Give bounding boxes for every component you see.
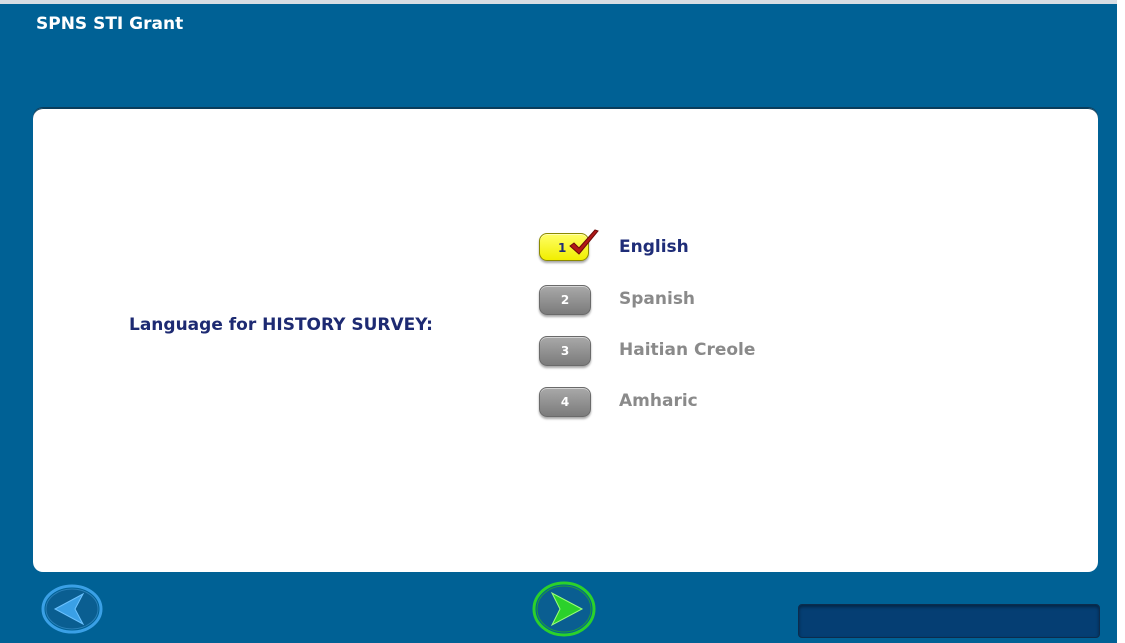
option-amharic[interactable]: 4 Amharic — [539, 387, 839, 419]
option-label[interactable]: Spanish — [619, 289, 695, 309]
question-panel: Language for HISTORY SURVEY: 1 English 2… — [33, 108, 1098, 572]
question-label: Language for HISTORY SURVEY: — [129, 315, 433, 335]
progress-bar — [798, 604, 1100, 638]
top-strip — [0, 0, 1117, 4]
app-window: SPNS STI Grant Language for HISTORY SURV… — [0, 0, 1117, 643]
option-label[interactable]: Haitian Creole — [619, 340, 755, 360]
option-english[interactable]: 1 English — [539, 229, 839, 265]
app-title: SPNS STI Grant — [36, 14, 184, 34]
back-arrow-icon — [41, 584, 103, 634]
checkmark-icon — [569, 229, 599, 255]
option-label[interactable]: Amharic — [619, 391, 698, 411]
next-button[interactable] — [532, 581, 596, 637]
option-number-badge[interactable]: 2 — [539, 285, 591, 315]
next-arrow-icon — [532, 581, 596, 637]
option-number-badge[interactable]: 4 — [539, 387, 591, 417]
option-label[interactable]: English — [619, 237, 689, 257]
option-number-badge[interactable]: 3 — [539, 336, 591, 366]
option-spanish[interactable]: 2 Spanish — [539, 285, 839, 317]
option-haitian-creole[interactable]: 3 Haitian Creole — [539, 336, 839, 368]
back-button[interactable] — [41, 584, 103, 634]
